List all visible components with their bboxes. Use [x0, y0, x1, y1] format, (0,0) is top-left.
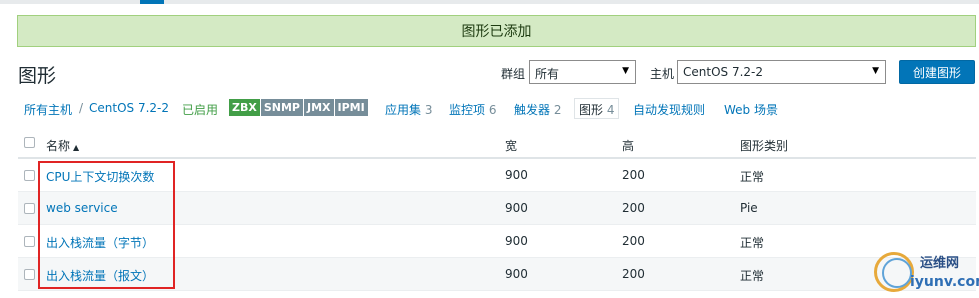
nav-web-scenarios[interactable]: Web 场景: [724, 101, 778, 118]
host-select[interactable]: CentOS 7.2-2 ▼: [677, 60, 886, 84]
nav-applications-label: 应用集: [385, 103, 422, 117]
graph-type: Pie: [740, 201, 758, 215]
nav-triggers-label: 触发器: [514, 103, 551, 117]
select-all-checkbox[interactable]: [24, 137, 35, 148]
sort-ascending-icon: ▲: [73, 143, 80, 152]
watermark-logo: 运维网 iyunv.com: [868, 248, 979, 298]
availability-tags: ZBX SNMP JMX IPMI: [229, 99, 369, 116]
breadcrumb-host[interactable]: CentOS 7.2-2: [89, 101, 169, 115]
nav-applications-count: 3: [424, 103, 433, 117]
group-select-value: 所有: [535, 67, 560, 81]
highlight-annotation-box: [38, 161, 175, 289]
nav-triggers[interactable]: 触发器 2: [514, 101, 561, 118]
graph-type: 正常: [740, 236, 765, 250]
nav-applications[interactable]: 应用集 3: [385, 101, 432, 118]
graph-height: 200: [622, 234, 645, 248]
host-select-value: CentOS 7.2-2: [683, 65, 763, 79]
column-header-width[interactable]: 宽: [505, 137, 517, 154]
watermark-inner-ring-icon: [882, 258, 912, 288]
host-status-enabled[interactable]: 已启用: [182, 101, 218, 118]
row-checkbox[interactable]: [24, 203, 35, 214]
success-message-text: 图形已添加: [461, 24, 532, 40]
graph-type: 正常: [740, 269, 765, 283]
row-checkbox[interactable]: [24, 269, 35, 280]
dropdown-arrow-icon: ▼: [872, 66, 879, 76]
top-bar-active-indicator: [140, 0, 164, 4]
column-header-height[interactable]: 高: [622, 137, 634, 154]
graph-type: 正常: [740, 170, 765, 184]
row-checkbox[interactable]: [24, 236, 35, 247]
success-message: 图形已添加: [17, 15, 976, 47]
graph-height: 200: [622, 168, 645, 182]
nav-discovery-rules[interactable]: 自动发现规则: [633, 101, 705, 118]
column-header-name[interactable]: 名称 ▲: [46, 137, 79, 154]
group-filter-label: 群组: [501, 67, 526, 81]
snmp-tag: SNMP: [260, 99, 303, 116]
row-checkbox[interactable]: [24, 170, 35, 181]
nav-triggers-count: 2: [553, 103, 562, 117]
zbx-tag: ZBX: [229, 99, 260, 116]
graph-width: 900: [505, 201, 528, 215]
nav-graphs-label: 图形: [579, 103, 604, 117]
breadcrumb-separator: /: [79, 101, 84, 115]
watermark-url: iyunv.com: [910, 274, 979, 290]
top-bar: [0, 0, 979, 4]
dropdown-arrow-icon: ▼: [622, 66, 629, 76]
jmx-tag: JMX: [303, 99, 334, 116]
filter-bar: 群组 所有 ▼ 主机 CentOS 7.2-2 ▼: [0, 60, 979, 84]
group-select[interactable]: 所有 ▼: [529, 60, 636, 84]
nav-items-count: 6: [488, 103, 497, 117]
breadcrumb-all-hosts[interactable]: 所有主机: [24, 101, 72, 118]
graph-width: 900: [505, 168, 528, 182]
graph-width: 900: [505, 267, 528, 281]
host-navigation: 所有主机 / CentOS 7.2-2 已启用 ZBX SNMP JMX IPM…: [0, 98, 979, 120]
nav-graphs-count: 4: [606, 103, 615, 117]
nav-graphs-active[interactable]: 图形 4: [574, 98, 620, 119]
nav-items-label: 监控项: [449, 103, 486, 117]
ipmi-tag: IPMI: [334, 99, 368, 116]
graph-width: 900: [505, 234, 528, 248]
nav-items[interactable]: 监控项 6: [449, 101, 496, 118]
column-header-graph-type[interactable]: 图形类别: [740, 137, 788, 154]
create-graph-button[interactable]: 创建图形: [899, 60, 975, 84]
table-header: 名称 ▲ 宽 高 图形类别: [18, 128, 976, 159]
host-filter-label: 主机: [650, 67, 675, 81]
watermark-title: 运维网: [920, 256, 960, 271]
graph-height: 200: [622, 267, 645, 281]
graph-height: 200: [622, 201, 645, 215]
column-header-name-label: 名称: [46, 139, 71, 153]
